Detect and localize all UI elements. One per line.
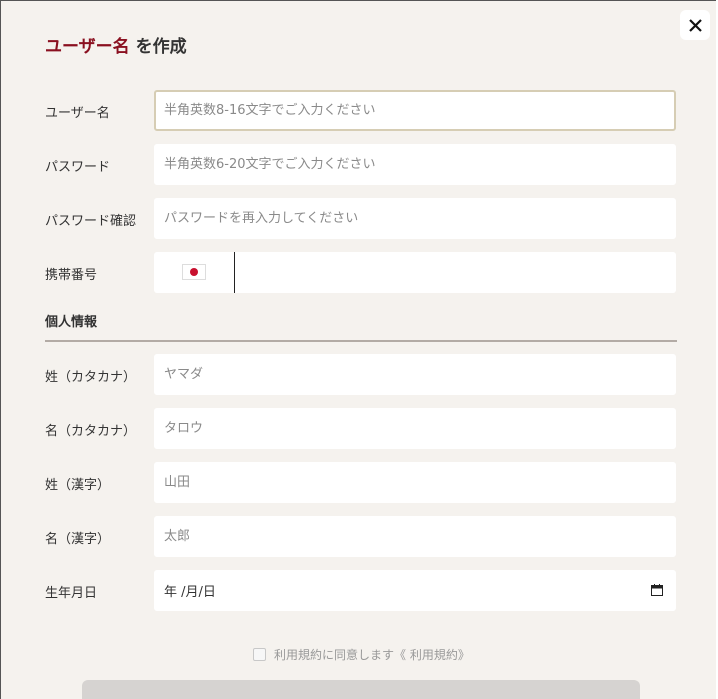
birthday-row: 生年月日 年 /月/日	[45, 570, 677, 612]
first-name-kanji-label: 名（漢字）	[45, 532, 111, 547]
password-confirm-label: パスワード確認	[45, 214, 137, 229]
last-name-kana-input[interactable]	[154, 354, 676, 395]
last-name-kanji-row: 姓（漢字）	[45, 462, 677, 504]
japan-flag-icon[interactable]	[182, 264, 206, 280]
username-label: ユーザー名	[45, 106, 110, 121]
submit-button[interactable]	[82, 680, 640, 699]
phone-row: 携帯番号	[45, 252, 677, 295]
password-row: パスワード	[45, 144, 677, 186]
password-confirm-row: パスワード確認	[45, 198, 677, 240]
first-name-kana-label: 名（カタカナ）	[45, 424, 137, 439]
birthday-label: 生年月日	[45, 586, 98, 601]
personal-info-heading: 個人情報	[45, 315, 98, 330]
last-name-kana-row: 姓（カタカナ）	[45, 354, 677, 396]
first-name-kana-input[interactable]	[154, 408, 676, 449]
last-name-kana-label: 姓（カタカナ）	[45, 370, 137, 385]
terms-agreement[interactable]: 利用規約に同意します《 利用規約》	[253, 646, 470, 663]
password-label: パスワード	[45, 160, 111, 175]
section-divider	[45, 340, 677, 342]
create-username-modal: ユーザー名 を作成 ユーザー名 パスワード パスワード確認 携帯番号 個人情報 …	[0, 0, 716, 699]
calendar-icon[interactable]	[651, 584, 663, 596]
first-name-kana-row: 名（カタカナ）	[45, 408, 677, 450]
username-input[interactable]	[154, 90, 676, 131]
birthday-input[interactable]: 年 /月/日	[154, 570, 676, 611]
birthday-display: 年 /月/日	[164, 585, 216, 600]
phone-label: 携帯番号	[45, 268, 98, 283]
phone-field	[154, 252, 676, 295]
last-name-kanji-input[interactable]	[154, 462, 676, 503]
phone-divider	[234, 252, 235, 293]
first-name-kanji-row: 名（漢字）	[45, 516, 677, 558]
password-input[interactable]	[154, 144, 676, 185]
first-name-kanji-input[interactable]	[154, 516, 676, 557]
modal-title-rest: を作成	[129, 37, 187, 57]
username-row: ユーザー名	[45, 90, 677, 132]
terms-checkbox[interactable]	[253, 648, 266, 661]
modal-title: ユーザー名 を作成	[45, 32, 187, 57]
last-name-kanji-label: 姓（漢字）	[45, 478, 111, 493]
password-confirm-input[interactable]	[154, 198, 676, 239]
modal-title-accent: ユーザー名	[45, 37, 130, 57]
close-button[interactable]	[680, 10, 710, 40]
terms-text: 利用規約に同意します《 利用規約》	[274, 648, 470, 662]
close-icon	[688, 18, 702, 32]
phone-input[interactable]	[236, 252, 676, 295]
